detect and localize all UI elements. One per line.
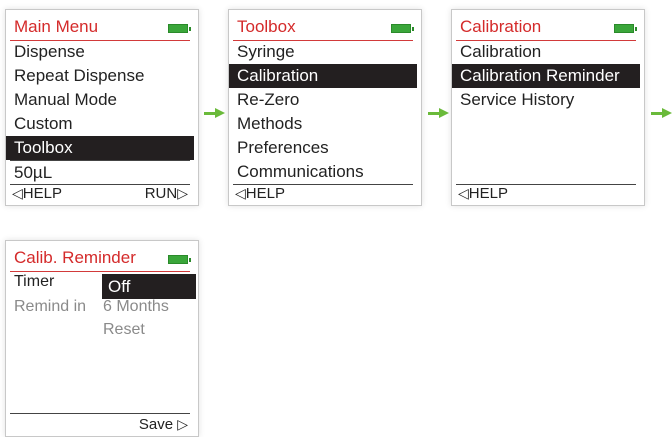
help-label: HELP	[245, 185, 285, 202]
screen-title: Calib. Reminder	[14, 248, 136, 267]
left-triangle-icon: ◁	[235, 185, 246, 201]
menu-item-preferences[interactable]: Preferences	[229, 136, 421, 160]
menu-item-methods[interactable]: Methods	[229, 112, 421, 136]
battery-icon	[614, 24, 637, 33]
help-label: HELP	[22, 185, 62, 202]
calibration-screen: Calibration Calibration Calibration Remi…	[451, 9, 645, 206]
screen-title: Calibration	[460, 17, 542, 36]
left-triangle-icon: ◁	[458, 185, 469, 201]
timer-value-field[interactable]: Off	[102, 274, 196, 299]
screen-title: Toolbox	[237, 17, 296, 36]
menu-item-manual-mode[interactable]: Manual Mode	[6, 88, 198, 112]
remind-in-label: Remind in	[14, 298, 87, 315]
reset-option[interactable]: Reset	[103, 321, 145, 339]
help-label: HELP	[468, 185, 508, 202]
right-triangle-icon: ▷	[177, 185, 188, 201]
menu-list: Calibration Calibration Reminder Service…	[452, 40, 644, 112]
volume-readout: 50µL	[14, 163, 53, 182]
toolbox-screen: Toolbox Syringe Calibration Re-Zero Meth…	[228, 9, 422, 206]
menu-list: Dispense Repeat Dispense Manual Mode Cus…	[6, 40, 198, 160]
menu-item-calibration-reminder[interactable]: Calibration Reminder	[452, 64, 640, 88]
flow-arrow-icon	[204, 108, 226, 118]
menu-item-toolbox[interactable]: Toolbox	[6, 136, 194, 160]
menu-item-custom[interactable]: Custom	[6, 112, 198, 136]
screen-header: Main Menu	[10, 16, 191, 41]
screen-header: Toolbox	[233, 16, 414, 41]
help-softkey[interactable]: ◁HELP	[12, 185, 62, 202]
menu-item-calibration[interactable]: Calibration	[229, 64, 417, 88]
timer-label: Timer	[14, 273, 55, 290]
menu-item-syringe[interactable]: Syringe	[229, 40, 421, 64]
calib-reminder-screen: Calib. Reminder Timer Off Remind in 6 Mo…	[5, 240, 199, 437]
left-triangle-icon: ◁	[12, 185, 23, 201]
menu-item-dispense[interactable]: Dispense	[6, 40, 198, 64]
menu-item-communications[interactable]: Communications	[229, 160, 421, 184]
run-softkey[interactable]: RUN▷	[145, 185, 188, 202]
screen-header: Calib. Reminder	[10, 247, 191, 272]
divider	[10, 413, 190, 414]
save-label: Save	[138, 416, 174, 433]
battery-icon	[168, 255, 191, 264]
save-softkey[interactable]: Save ▷	[139, 416, 188, 433]
battery-icon	[168, 24, 191, 33]
right-triangle-icon: ▷	[177, 416, 188, 432]
menu-item-calibration[interactable]: Calibration	[452, 40, 644, 64]
help-softkey[interactable]: ◁HELP	[458, 185, 508, 202]
menu-list: Syringe Calibration Re-Zero Methods Pref…	[229, 40, 421, 184]
screen-header: Calibration	[456, 16, 637, 41]
main-menu-screen: Main Menu Dispense Repeat Dispense Manua…	[5, 9, 199, 206]
flow-arrow-icon	[428, 108, 450, 118]
remind-in-value[interactable]: 6 Months	[103, 298, 169, 316]
help-softkey[interactable]: ◁HELP	[235, 185, 285, 202]
battery-icon	[391, 24, 414, 33]
run-label: RUN	[144, 185, 178, 202]
menu-item-repeat-dispense[interactable]: Repeat Dispense	[6, 64, 198, 88]
menu-item-service-history[interactable]: Service History	[452, 88, 644, 112]
screen-title: Main Menu	[14, 17, 99, 36]
flow-arrow-icon	[651, 108, 672, 118]
menu-item-re-zero[interactable]: Re-Zero	[229, 88, 421, 112]
